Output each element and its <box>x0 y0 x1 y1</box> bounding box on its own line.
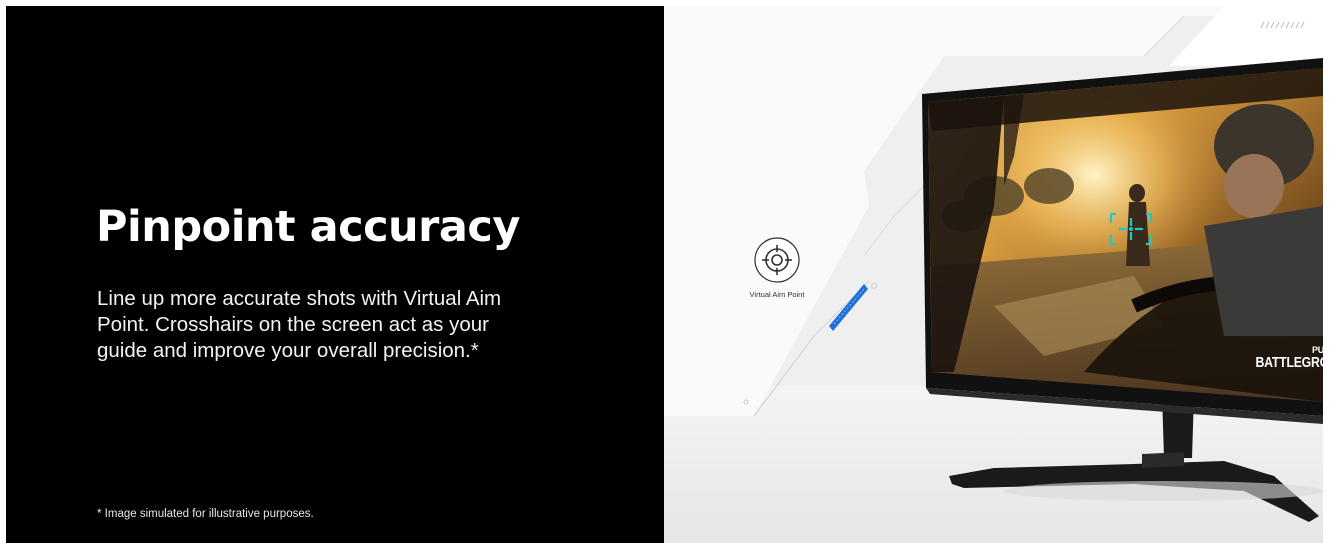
feature-banner: Pinpoint accuracy Line up more accurate … <box>6 6 1323 543</box>
product-image: Virtual Aim Point PUBG BATTLEGROUNDS <box>664 6 1323 543</box>
game-logo-bottom: BATTLEGROUNDS <box>1255 354 1323 371</box>
pubg-battlegrounds-logo: PUBG BATTLEGROUNDS <box>1232 346 1323 371</box>
feature-headline: Pinpoint accuracy <box>96 202 520 252</box>
virtual-aim-point-callout: Virtual Aim Point <box>742 236 812 299</box>
crosshair-target-icon <box>754 237 800 283</box>
virtual-aim-point-label: Virtual Aim Point <box>749 290 805 299</box>
feature-text-panel: Pinpoint accuracy Line up more accurate … <box>6 6 664 543</box>
disclaimer-note: * Image simulated for illustrative purpo… <box>97 508 314 520</box>
feature-description: Line up more accurate shots with Virtual… <box>97 287 502 362</box>
